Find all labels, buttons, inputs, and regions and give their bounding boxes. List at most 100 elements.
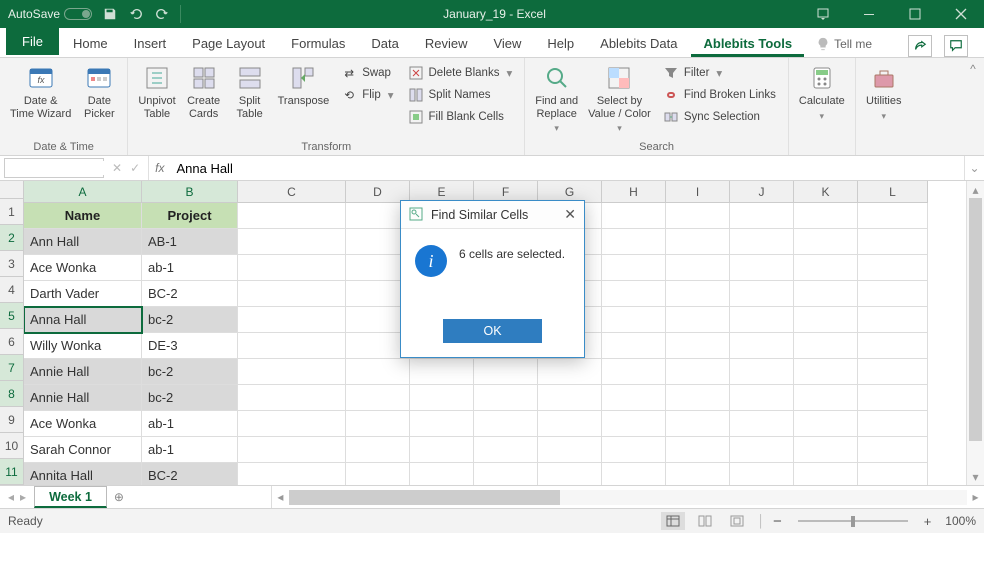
column-header[interactable]: H	[602, 181, 666, 203]
cell[interactable]	[666, 385, 730, 411]
share-icon[interactable]	[908, 35, 932, 57]
row-header[interactable]: 7	[0, 355, 24, 381]
cell[interactable]	[346, 385, 410, 411]
utilities-button[interactable]: Utilities▾	[864, 62, 904, 124]
dialog-close-icon[interactable]: ✕	[564, 206, 576, 223]
cell[interactable]	[602, 255, 666, 281]
cell[interactable]	[858, 281, 928, 307]
table-header-cell[interactable]: Name	[24, 203, 142, 229]
ribbon-collapse-icon[interactable]: ^	[962, 58, 984, 155]
cell[interactable]	[238, 307, 346, 333]
row-header[interactable]: 6	[0, 329, 24, 355]
cell[interactable]: BC-2	[142, 463, 238, 485]
cell[interactable]	[858, 229, 928, 255]
cell[interactable]	[238, 463, 346, 485]
minimize-icon[interactable]	[846, 0, 892, 28]
undo-icon[interactable]	[128, 6, 144, 22]
row-header[interactable]: 2	[0, 225, 24, 251]
column-header[interactable]: I	[666, 181, 730, 203]
cell[interactable]	[238, 385, 346, 411]
cell[interactable]: bc-2	[142, 359, 238, 385]
cell[interactable]	[346, 411, 410, 437]
maximize-icon[interactable]	[892, 0, 938, 28]
cell[interactable]: Ace Wonka	[24, 411, 142, 437]
row-header[interactable]: 8	[0, 381, 24, 407]
scroll-up-icon[interactable]: ▴	[967, 181, 984, 198]
find-replace-button[interactable]: Find and Replace▾	[533, 62, 580, 136]
cell[interactable]	[858, 203, 928, 229]
cell[interactable]	[794, 463, 858, 485]
view-normal-icon[interactable]	[661, 512, 685, 530]
ribbon-options-icon[interactable]	[800, 0, 846, 28]
cell[interactable]	[730, 203, 794, 229]
cell[interactable]	[794, 307, 858, 333]
cell[interactable]	[238, 229, 346, 255]
cell[interactable]	[730, 463, 794, 485]
cell[interactable]	[410, 411, 474, 437]
cell[interactable]	[602, 333, 666, 359]
zoom-level[interactable]: 100%	[945, 514, 976, 528]
sync-selection-button[interactable]: Sync Selection	[659, 108, 780, 126]
cell[interactable]	[602, 359, 666, 385]
cell[interactable]	[238, 333, 346, 359]
cell[interactable]: BC-2	[142, 281, 238, 307]
column-header[interactable]: A	[24, 181, 142, 203]
cell[interactable]	[346, 437, 410, 463]
cell[interactable]	[410, 359, 474, 385]
cell[interactable]	[730, 255, 794, 281]
delete-blanks-button[interactable]: Delete Blanks▾	[404, 64, 517, 82]
unpivot-table-button[interactable]: Unpivot Table	[136, 62, 177, 122]
sheet-tab-week1[interactable]: Week 1	[34, 486, 107, 508]
tab-ablebits-data[interactable]: Ablebits Data	[588, 30, 689, 57]
cell[interactable]: Ann Hall	[24, 229, 142, 255]
cell[interactable]	[346, 463, 410, 485]
cell[interactable]	[794, 385, 858, 411]
cell[interactable]	[474, 437, 538, 463]
cell[interactable]	[346, 359, 410, 385]
cell[interactable]: Anna Hall	[24, 307, 142, 333]
redo-icon[interactable]	[154, 6, 170, 22]
cell[interactable]	[602, 385, 666, 411]
cell[interactable]: ab-1	[142, 437, 238, 463]
cell[interactable]	[538, 411, 602, 437]
cell[interactable]	[794, 281, 858, 307]
tab-help[interactable]: Help	[535, 30, 586, 57]
cell[interactable]	[538, 463, 602, 485]
tell-me[interactable]: Tell me	[806, 31, 882, 57]
cell[interactable]	[474, 359, 538, 385]
table-header-cell[interactable]: Project	[142, 203, 238, 229]
cell[interactable]	[730, 411, 794, 437]
cell[interactable]: Annie Hall	[24, 385, 142, 411]
cell[interactable]	[730, 359, 794, 385]
cell[interactable]	[410, 463, 474, 485]
filter-button[interactable]: Filter▾	[659, 64, 780, 82]
row-header[interactable]: 4	[0, 277, 24, 303]
dialog-ok-button[interactable]: OK	[443, 319, 541, 343]
flip-button[interactable]: ⟲Flip▾	[337, 86, 397, 104]
transpose-button[interactable]: Transpose	[276, 62, 332, 110]
row-header[interactable]: 10	[0, 433, 24, 459]
vscroll-thumb[interactable]	[969, 198, 982, 441]
cell[interactable]	[474, 411, 538, 437]
swap-button[interactable]: ⇄Swap	[337, 64, 397, 82]
row-header[interactable]: 3	[0, 251, 24, 277]
cell[interactable]	[794, 229, 858, 255]
cell[interactable]	[730, 307, 794, 333]
cell[interactable]: ab-1	[142, 411, 238, 437]
cell[interactable]: bc-2	[142, 385, 238, 411]
view-page-layout-icon[interactable]	[693, 512, 717, 530]
cell[interactable]	[858, 307, 928, 333]
cell[interactable]	[730, 229, 794, 255]
cell[interactable]	[238, 255, 346, 281]
cell[interactable]	[666, 437, 730, 463]
tab-page-layout[interactable]: Page Layout	[180, 30, 277, 57]
zoom-out-button[interactable]: −	[773, 513, 782, 530]
select-all-corner[interactable]	[0, 181, 24, 199]
row-header[interactable]: 1	[0, 199, 24, 225]
cell[interactable]	[602, 307, 666, 333]
cell[interactable]: Annie Hall	[24, 359, 142, 385]
hscroll-thumb[interactable]	[289, 490, 560, 505]
row-header[interactable]: 9	[0, 407, 24, 433]
comments-icon[interactable]	[944, 35, 968, 57]
tab-view[interactable]: View	[481, 30, 533, 57]
